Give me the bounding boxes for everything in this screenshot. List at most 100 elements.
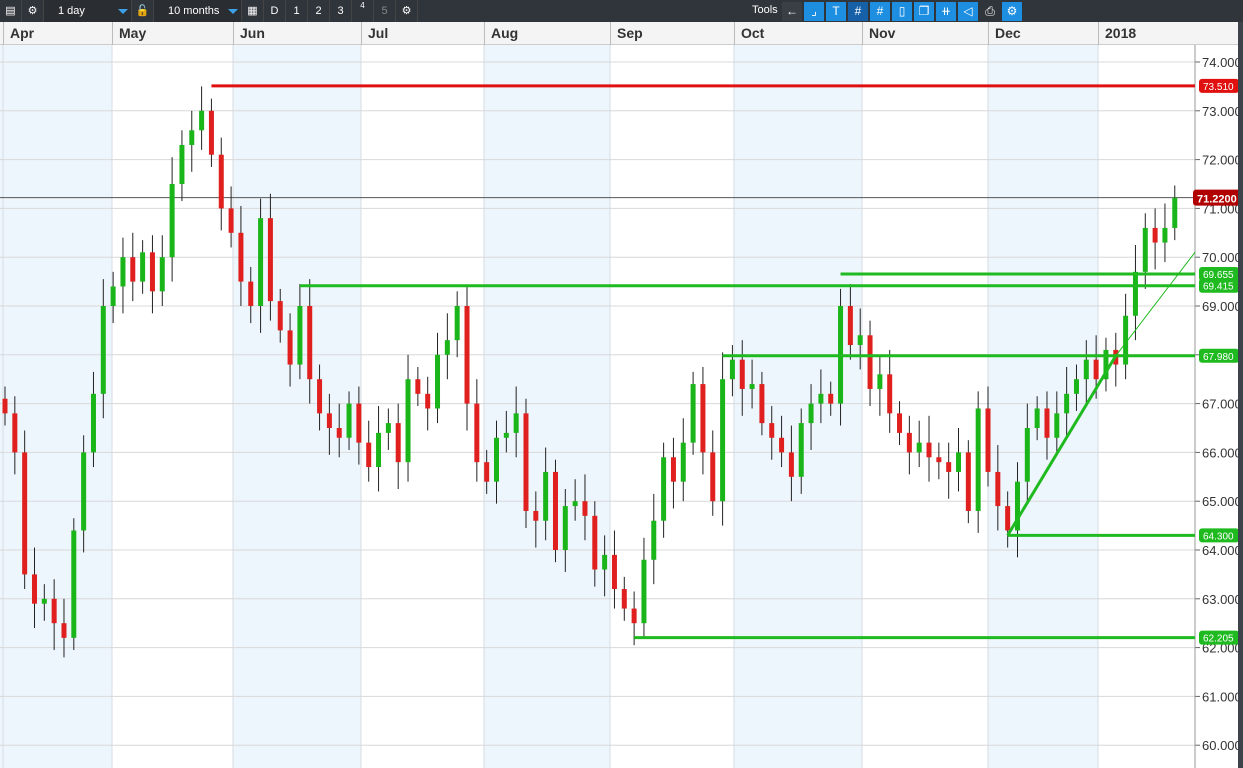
candle-up: [159, 257, 165, 292]
candle-down: [326, 413, 332, 428]
candle-down: [847, 306, 853, 346]
candle-up: [798, 423, 804, 477]
candle-up: [690, 384, 696, 443]
gear-icon[interactable]: ⚙: [22, 0, 44, 22]
text-tool-icon[interactable]: T: [826, 2, 846, 21]
candle-down: [897, 413, 903, 433]
level-price-label: 64.300: [1203, 531, 1234, 542]
period-4-button[interactable]: 4: [352, 0, 374, 22]
candle-down: [208, 110, 214, 155]
price-tick-label: 67.000: [1202, 397, 1238, 412]
range-select[interactable]: 10 months: [154, 0, 242, 22]
bars-icon[interactable]: ⧺: [936, 2, 956, 21]
tag-icon[interactable]: ◁: [958, 2, 978, 21]
candle-up: [1132, 271, 1138, 316]
candle-down: [61, 623, 67, 638]
candle-up: [661, 457, 667, 521]
candle-up: [71, 530, 77, 638]
scrollbar[interactable]: [1238, 22, 1243, 768]
candle-down: [12, 413, 18, 453]
candle-down: [248, 281, 254, 306]
candle-up: [877, 374, 883, 389]
period-1-button[interactable]: 1: [286, 0, 308, 22]
candle-icon[interactable]: ▯: [892, 2, 912, 21]
candle-down: [287, 330, 293, 365]
candle-down: [592, 515, 598, 570]
level-price-label: 67.980: [1203, 352, 1234, 363]
candle-down: [22, 452, 28, 575]
candle-down: [788, 452, 794, 477]
candle-up: [1142, 227, 1148, 272]
candle-down: [552, 471, 558, 550]
level-price-label: 73.510: [1203, 82, 1234, 93]
candle-up: [258, 218, 264, 306]
candle-up: [444, 340, 450, 355]
candle-up: [513, 413, 519, 433]
print-icon[interactable]: ⎙: [980, 2, 1000, 21]
interval-select[interactable]: 1 day: [44, 0, 132, 22]
month-axis: Apr May Jun Jul Aug Sep Oct Nov Dec 2018: [0, 22, 1243, 45]
month-label: Jul: [361, 22, 484, 45]
candle-up: [120, 257, 126, 287]
candle-up: [100, 306, 106, 394]
level-price-label: 62.205: [1203, 634, 1234, 645]
config-icon[interactable]: ⚙: [1002, 2, 1022, 21]
grid-icon[interactable]: #: [848, 2, 868, 21]
price-tick-label: 70.000: [1202, 250, 1238, 265]
candle-down: [759, 384, 765, 424]
candle-down: [946, 462, 952, 472]
candle-up: [602, 554, 608, 570]
settings-icon[interactable]: ⚙: [396, 0, 418, 22]
period-2-button[interactable]: 2: [308, 0, 330, 22]
candle-down: [906, 432, 912, 453]
layers-icon[interactable]: ❐: [914, 2, 934, 21]
draw-grid-icon[interactable]: #: [870, 2, 890, 21]
month-label: May: [112, 22, 233, 45]
candle-down: [631, 608, 637, 624]
candle-up: [720, 379, 726, 502]
candle-down: [267, 218, 273, 302]
period-d-button[interactable]: D: [264, 0, 286, 22]
back-arrow-icon[interactable]: ←: [782, 2, 802, 21]
price-chart[interactable]: 60.00061.00062.00063.00064.00065.00066.0…: [0, 45, 1238, 768]
price-tick-label: 64.000: [1202, 543, 1238, 558]
candle-down: [2, 398, 8, 414]
chevron-down-icon: [228, 9, 238, 14]
candle-down: [936, 457, 942, 463]
candle-up: [376, 432, 382, 468]
candle-down: [710, 452, 716, 502]
month-band: [484, 45, 610, 768]
candle-down: [31, 574, 37, 604]
candle-up: [749, 384, 755, 389]
candle-up: [1172, 197, 1178, 228]
price-tick-label: 63.000: [1202, 592, 1238, 607]
candle-up: [641, 559, 647, 624]
period-3-button[interactable]: 3: [330, 0, 352, 22]
candle-down: [1152, 227, 1158, 243]
candle-down: [464, 306, 470, 404]
candle-up: [543, 471, 549, 521]
calendar-icon[interactable]: ▦: [242, 0, 264, 22]
month-label: Oct: [734, 22, 862, 45]
candle-down: [523, 413, 529, 511]
candle-up: [454, 306, 460, 341]
candle-up: [297, 306, 303, 365]
period-5-button[interactable]: 5: [374, 0, 396, 22]
candle-up: [680, 442, 686, 482]
candle-up: [1064, 393, 1070, 414]
candle-down: [985, 408, 991, 472]
candle-down: [415, 379, 421, 394]
candle-up: [572, 501, 578, 507]
candle-up: [385, 423, 391, 433]
price-tick-label: 69.000: [1202, 299, 1238, 314]
chart-toolbar: ▤ ⚙ 1 day 🔓 10 months ▦ D 1 2 3 4 5 ⚙ To…: [0, 0, 1243, 22]
curve-tool-icon[interactable]: ⌟: [804, 2, 824, 21]
lock-icon[interactable]: 🔓: [132, 0, 154, 22]
candle-down: [611, 554, 617, 590]
candle-down: [130, 257, 136, 282]
candle-down: [51, 598, 57, 624]
tools-label: Tools: [752, 4, 778, 16]
candle-up: [975, 408, 981, 511]
menu-icon[interactable]: ▤: [0, 0, 22, 22]
candle-up: [503, 432, 509, 438]
